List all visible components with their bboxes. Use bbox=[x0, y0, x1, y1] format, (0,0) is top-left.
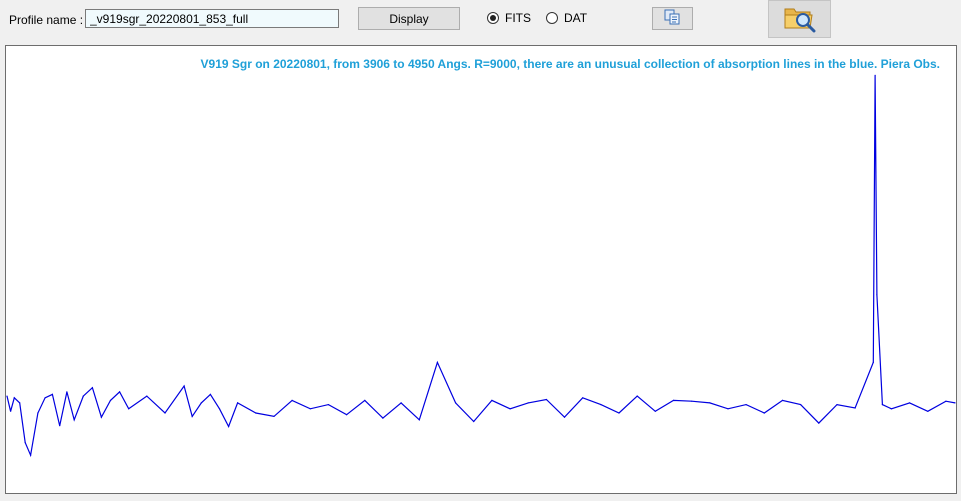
spectrum-point bbox=[346, 414, 348, 416]
spectrum-point bbox=[672, 399, 675, 401]
spectrum-point bbox=[727, 408, 729, 410]
spectrum-point bbox=[364, 399, 366, 401]
dat-radio-dot[interactable] bbox=[546, 12, 558, 24]
spectrum-point bbox=[545, 398, 548, 401]
spectrum-point bbox=[709, 402, 711, 404]
spectrum-point bbox=[800, 404, 802, 406]
spectrum-point bbox=[13, 397, 15, 399]
copy-button[interactable] bbox=[652, 7, 693, 30]
spectrum-point bbox=[854, 407, 856, 409]
spectrum-point bbox=[309, 408, 311, 410]
spectrum-point bbox=[927, 410, 929, 412]
spectrum-point bbox=[218, 408, 221, 410]
spectrum-point bbox=[876, 294, 878, 296]
spectrum-point bbox=[291, 399, 293, 401]
spectrum-point bbox=[909, 402, 911, 404]
spectrum-point bbox=[455, 402, 457, 404]
spectrum-point bbox=[509, 408, 511, 410]
spectrum-point bbox=[527, 402, 529, 404]
spectrum-point bbox=[6, 395, 8, 397]
spectrum-point bbox=[10, 410, 12, 412]
fits-radio[interactable]: FITS bbox=[487, 11, 531, 25]
profile-name-input[interactable] bbox=[85, 9, 339, 28]
spectrum-point bbox=[872, 361, 874, 363]
spectrum-point bbox=[654, 410, 656, 412]
spectrum-point bbox=[119, 391, 121, 393]
spectrum-point bbox=[73, 419, 75, 421]
spectrum-point bbox=[563, 416, 566, 418]
spectrum-point bbox=[19, 402, 21, 404]
spectrum-point bbox=[164, 412, 166, 414]
spectrum-point bbox=[91, 387, 93, 389]
spectrum-point bbox=[600, 404, 602, 406]
spectrum-point bbox=[44, 397, 46, 399]
spectrum-point bbox=[781, 399, 784, 401]
spectrum-plot: V919 Sgr on 20220801, from 3906 to 4950 … bbox=[5, 45, 957, 494]
spectrum-point bbox=[51, 393, 54, 395]
spectrum-point bbox=[30, 454, 32, 456]
dat-radio[interactable]: DAT bbox=[546, 11, 587, 25]
display-button[interactable]: Display bbox=[358, 7, 460, 30]
spectrum-point bbox=[82, 395, 84, 397]
folder-search-icon bbox=[783, 3, 817, 36]
spectrum-point bbox=[818, 422, 820, 424]
spectrum-point bbox=[273, 415, 275, 417]
spectrum-point bbox=[66, 391, 68, 393]
spectrum-point bbox=[473, 420, 475, 423]
spectrum-point bbox=[237, 402, 239, 404]
spectrum-point bbox=[763, 412, 765, 414]
spectrum-point bbox=[255, 412, 257, 414]
profile-name-label: Profile name : bbox=[9, 13, 84, 27]
spectrum-point bbox=[37, 412, 39, 414]
spectrum-point bbox=[881, 404, 884, 406]
fits-radio-dot[interactable] bbox=[487, 12, 499, 24]
spectrum-point bbox=[209, 393, 211, 395]
spectrum-point bbox=[436, 361, 438, 363]
spectrum-point bbox=[191, 415, 193, 417]
spectrum-series-line bbox=[6, 75, 956, 458]
spectrum-point bbox=[59, 425, 61, 427]
spectrum-point bbox=[228, 425, 230, 428]
spectrum-point bbox=[582, 397, 584, 399]
spectrum-point bbox=[745, 404, 747, 406]
spectrum-chart bbox=[6, 74, 956, 458]
spectrum-point bbox=[183, 385, 185, 387]
spectrum-point bbox=[400, 402, 402, 404]
spectrum-point bbox=[874, 74, 876, 76]
spectrum-point bbox=[691, 400, 693, 402]
spectrum-point bbox=[636, 395, 638, 397]
spectrum-point bbox=[836, 404, 838, 406]
spectrum-point bbox=[146, 395, 148, 397]
spectrum-point bbox=[128, 408, 130, 410]
copy-icon bbox=[664, 9, 682, 28]
spectrum-point bbox=[890, 408, 893, 410]
open-file-button[interactable] bbox=[768, 0, 831, 38]
spectrum-point bbox=[100, 416, 102, 418]
spectrum-point bbox=[382, 417, 384, 419]
spectrum-point bbox=[945, 400, 947, 402]
fits-radio-label: FITS bbox=[505, 11, 531, 25]
spectrum-point bbox=[327, 404, 329, 406]
spectrum-point bbox=[954, 402, 956, 404]
spectrum-point bbox=[200, 402, 202, 404]
spectrum-point bbox=[24, 442, 26, 444]
dat-radio-label: DAT bbox=[564, 11, 588, 25]
spectrum-point bbox=[491, 399, 493, 401]
spectrum-point bbox=[418, 419, 420, 421]
spectrum-point bbox=[618, 412, 620, 414]
spectrum-point bbox=[109, 399, 112, 401]
